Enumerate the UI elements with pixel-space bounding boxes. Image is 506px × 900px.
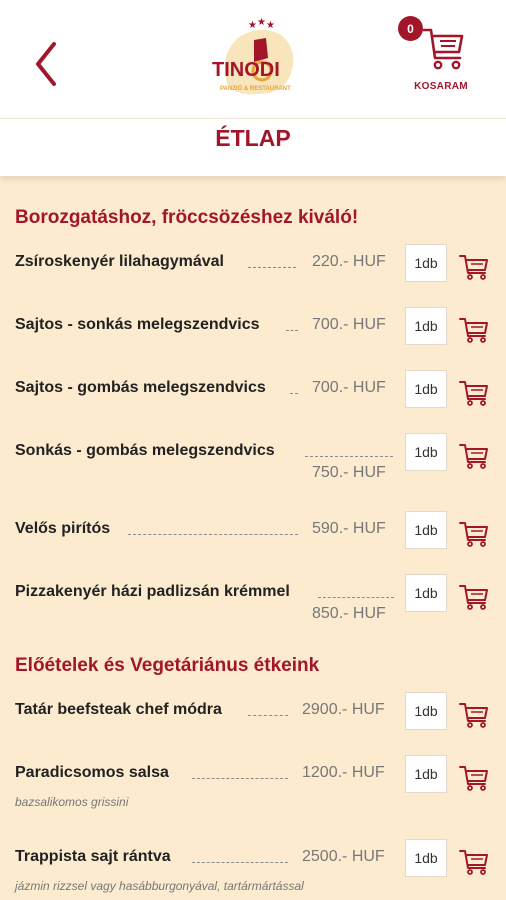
add-to-cart-icon[interactable] — [458, 764, 490, 792]
dot-leader — [192, 778, 288, 779]
item-name: Sajtos - gombás melegszendvics — [15, 379, 266, 396]
chevron-left-icon — [36, 42, 56, 86]
quantity-input[interactable]: 1db — [405, 370, 447, 408]
dot-leader — [248, 267, 296, 268]
quantity-input[interactable]: 1db — [405, 692, 447, 730]
add-to-cart-icon[interactable] — [458, 253, 490, 281]
svg-text:★: ★ — [248, 20, 257, 31]
item-price: 220.- HUF — [312, 253, 386, 270]
item-name: Velős pirítós — [15, 520, 111, 537]
add-to-cart-icon[interactable] — [458, 520, 490, 548]
dot-leader — [286, 330, 298, 331]
item-name: Trappista sajt rántva — [15, 848, 171, 865]
item-price: 590.- HUF — [312, 520, 386, 537]
item-name: Tatár beefsteak chef módra — [15, 701, 222, 718]
section-title: Borozgatáshoz, fröccsözéshez kiváló! — [15, 207, 359, 228]
dot-leader — [305, 456, 393, 457]
dot-leader — [318, 597, 394, 598]
quantity-input[interactable]: 1db — [405, 839, 447, 877]
item-description: jázmin rizzsel vagy hasábburgonyával, ta… — [15, 879, 304, 893]
dot-leader — [248, 715, 288, 716]
dot-leader — [192, 862, 288, 863]
back-button[interactable] — [28, 38, 68, 90]
item-price: 700.- HUF — [312, 316, 386, 333]
item-price: 2900.- HUF — [302, 701, 385, 718]
add-to-cart-icon[interactable] — [458, 316, 490, 344]
quantity-input[interactable]: 1db — [405, 755, 447, 793]
add-to-cart-icon[interactable] — [458, 442, 490, 470]
dot-leader — [128, 534, 298, 535]
item-price: 2500.- HUF — [302, 848, 385, 865]
add-to-cart-icon[interactable] — [458, 583, 490, 611]
dot-leader — [290, 393, 298, 394]
cart-button[interactable]: 0 KOSARAM — [398, 14, 484, 98]
section-title: Előételek és Vegetáriánus étkeink — [15, 655, 320, 676]
item-name: Zsíroskenyér lilahagymával — [15, 253, 224, 270]
restaurant-logo: ★ ★ ★ TINODI PANZIÓ & RESTAURANT — [208, 16, 308, 98]
item-price: 700.- HUF — [312, 379, 386, 396]
quantity-input[interactable]: 1db — [405, 244, 447, 282]
item-name: Pizzakenyér házi padlizsán krémmel — [15, 583, 290, 600]
app-header: ★ ★ ★ TINODI PANZIÓ & RESTAURANT 0 KOSAR… — [0, 0, 506, 118]
item-price: 850.- HUF — [312, 605, 386, 622]
svg-text:TINODI: TINODI — [212, 59, 280, 81]
svg-text:★: ★ — [266, 20, 275, 31]
page-title: ÉTLAP — [215, 125, 291, 151]
add-to-cart-icon[interactable] — [458, 379, 490, 407]
quantity-input[interactable]: 1db — [405, 511, 447, 549]
quantity-input[interactable]: 1db — [405, 574, 447, 612]
item-name: Paradicsomos salsa — [15, 764, 169, 781]
svg-text:★: ★ — [257, 17, 266, 28]
item-name: Sajtos - sonkás melegszendvics — [15, 316, 260, 333]
cart-icon — [422, 28, 464, 70]
svg-text:PANZIÓ & RESTAURANT: PANZIÓ & RESTAURANT — [220, 84, 291, 92]
quantity-input[interactable]: 1db — [405, 433, 447, 471]
item-price: 1200.- HUF — [302, 764, 385, 781]
cart-count-badge: 0 — [398, 16, 423, 41]
cart-label: KOSARAM — [414, 81, 468, 92]
item-name: Sonkás - gombás melegszendvics — [15, 442, 275, 459]
add-to-cart-icon[interactable] — [458, 701, 490, 729]
item-description: bazsalikomos grissini — [15, 795, 129, 809]
quantity-input[interactable]: 1db — [405, 307, 447, 345]
add-to-cart-icon[interactable] — [458, 848, 490, 876]
item-price: 750.- HUF — [312, 464, 386, 481]
title-bar: ÉTLAP — [0, 118, 506, 176]
